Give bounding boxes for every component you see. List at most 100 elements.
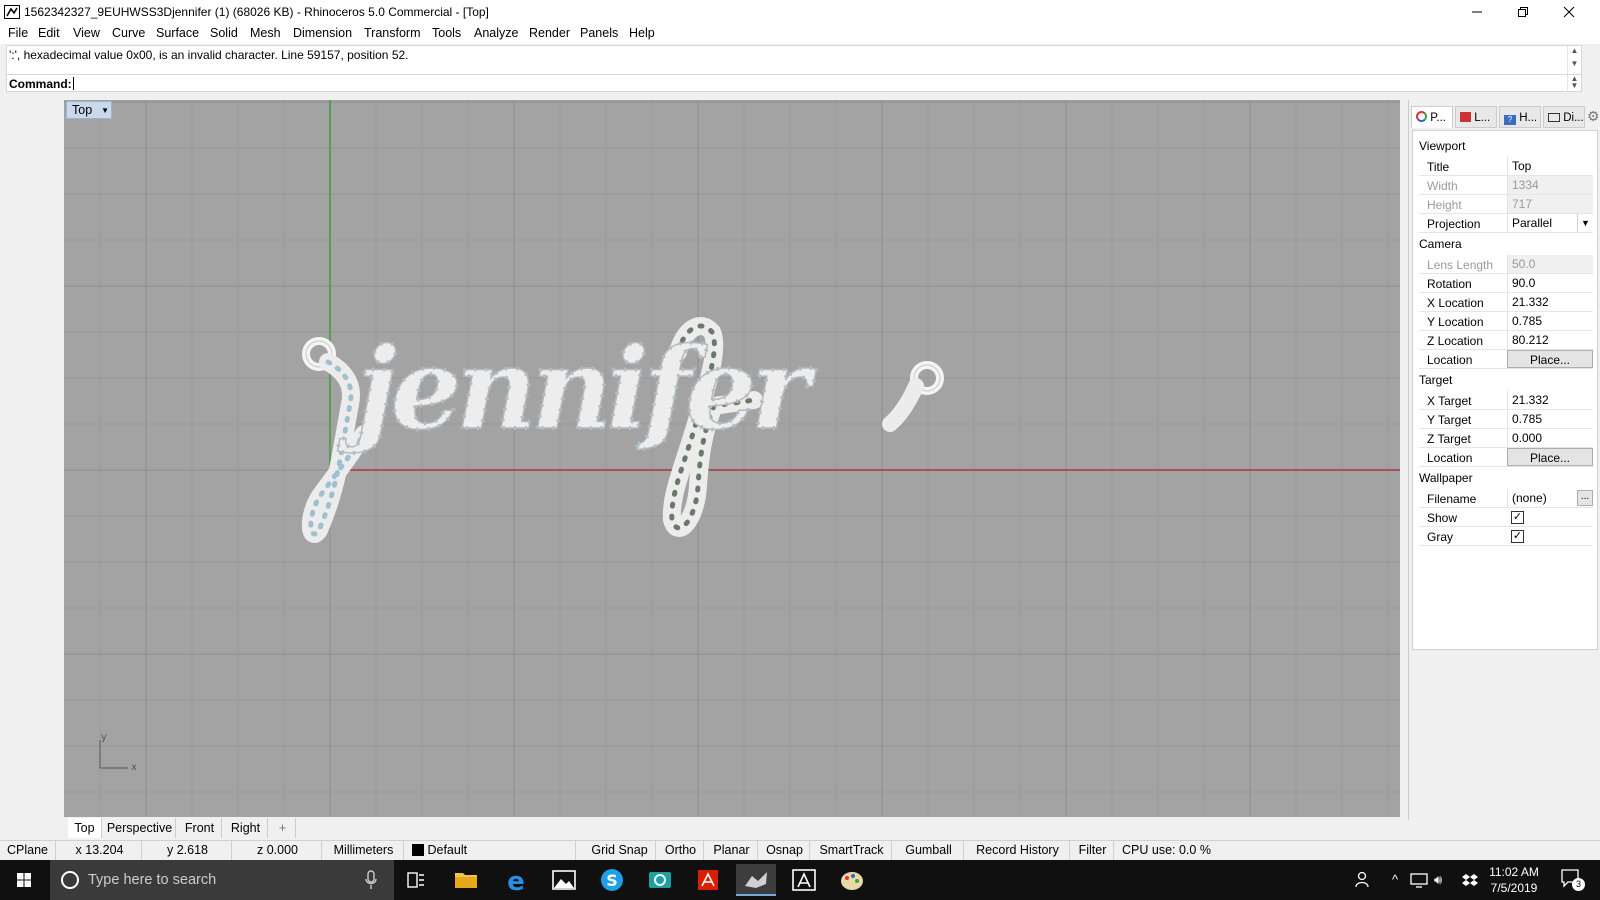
prop-ztarget-field[interactable]: 0.000 <box>1507 429 1593 447</box>
paint-button[interactable] <box>832 864 872 896</box>
planar-toggle[interactable]: Planar <box>706 841 758 861</box>
menu-dimension[interactable]: Dimension <box>293 26 352 40</box>
smarttrack-toggle[interactable]: SmartTrack <box>812 841 892 861</box>
jennifer-pendant-model[interactable]: jennifer jennifer <box>301 317 944 543</box>
clock[interactable]: 11:02 AM 7/5/2019 <box>1474 864 1554 896</box>
viewport-canvas[interactable]: jennifer jennifer y x <box>64 100 1400 817</box>
command-history[interactable]: ':', hexadecimal value 0x00, is an inval… <box>6 45 1582 75</box>
ortho-toggle[interactable]: Ortho <box>658 841 704 861</box>
status-cplane[interactable]: CPlane <box>0 841 56 861</box>
gear-icon[interactable]: ⚙ <box>1587 108 1600 125</box>
menu-surface[interactable]: Surface <box>156 26 199 40</box>
file-explorer-button[interactable] <box>446 864 486 896</box>
prop-gray-row[interactable]: Gray ✓ <box>1419 527 1593 546</box>
people-icon[interactable] <box>1354 870 1374 890</box>
show-checkbox[interactable]: ✓ <box>1511 511 1524 524</box>
photos-button[interactable] <box>544 864 584 896</box>
menu-mesh[interactable]: Mesh <box>250 26 281 40</box>
filter-toggle[interactable]: Filter <box>1072 841 1114 861</box>
prop-show-row[interactable]: Show ✓ <box>1419 508 1593 527</box>
taskbar-search-box[interactable]: Type here to search <box>50 860 394 900</box>
prop-title-field[interactable]: Top <box>1507 157 1593 175</box>
command-input[interactable] <box>73 77 74 90</box>
network-icon[interactable] <box>1410 872 1428 888</box>
menu-analyze[interactable]: Analyze <box>474 26 518 40</box>
volume-icon[interactable]: 🔊︎ <box>1434 872 1442 888</box>
prop-yloc-row[interactable]: Y Location 0.785 <box>1419 312 1593 331</box>
prop-camera-location-row[interactable]: Location Place... <box>1419 350 1593 369</box>
menu-transform[interactable]: Transform <box>364 26 421 40</box>
status-units[interactable]: Millimeters <box>324 841 404 861</box>
scroll-down-icon[interactable]: ▼ <box>1568 82 1581 90</box>
viewport-title-button[interactable]: Top ▼ <box>66 101 112 119</box>
action-center-button[interactable]: 3 <box>1560 868 1585 891</box>
prop-ztarget-row[interactable]: Z Target 0.000 <box>1419 429 1593 448</box>
tab-layers[interactable]: L... <box>1455 106 1497 128</box>
skype-button[interactable]: S <box>592 864 632 896</box>
scroll-up-icon[interactable]: ▲ <box>1568 46 1581 55</box>
prop-zloc-row[interactable]: Z Location 80.212 <box>1419 331 1593 350</box>
prop-filename-field[interactable]: (none) ... <box>1507 489 1593 507</box>
tab-right[interactable]: Right <box>224 818 268 838</box>
osnap-toggle[interactable]: Osnap <box>760 841 810 861</box>
prop-rotation-row[interactable]: Rotation 90.0 <box>1419 274 1593 293</box>
record-history-toggle[interactable]: Record History <box>966 841 1070 861</box>
rhino-app-icon[interactable] <box>4 4 20 20</box>
chevron-up-icon[interactable]: ^ <box>1392 872 1398 887</box>
target-place-button[interactable]: Place... <box>1507 448 1593 466</box>
tab-top[interactable]: Top <box>68 818 102 838</box>
prop-filename-row[interactable]: Filename (none) ... <box>1419 489 1593 508</box>
tab-front[interactable]: Front <box>178 818 222 838</box>
prop-xtarget-row[interactable]: X Target 21.332 <box>1419 391 1593 410</box>
menu-view[interactable]: View <box>73 26 100 40</box>
browse-button[interactable]: ... <box>1577 490 1593 506</box>
menu-tools[interactable]: Tools <box>432 26 461 40</box>
viewport-top[interactable]: jennifer jennifer y x Top ▼ <box>64 100 1400 817</box>
gumball-toggle[interactable]: Gumball <box>894 841 964 861</box>
tab-perspective[interactable]: Perspective <box>104 818 176 838</box>
status-layer[interactable]: Default <box>406 841 576 861</box>
grid-snap-toggle[interactable]: Grid Snap <box>584 841 656 861</box>
scroll-down-icon[interactable]: ▼ <box>1568 59 1581 68</box>
chevron-down-icon[interactable]: ▼ <box>101 103 109 119</box>
prop-xloc-row[interactable]: X Location 21.332 <box>1419 293 1593 312</box>
connect-app-button[interactable] <box>640 864 680 896</box>
minimize-button[interactable] <box>1454 0 1500 24</box>
acrobat-button[interactable] <box>688 864 728 896</box>
menu-render[interactable]: Render <box>529 26 570 40</box>
menu-solid[interactable]: Solid <box>210 26 238 40</box>
gray-checkbox[interactable]: ✓ <box>1511 530 1524 543</box>
prop-zloc-field[interactable]: 80.212 <box>1507 331 1593 349</box>
add-viewport-tab-button[interactable]: + <box>270 818 296 838</box>
prop-xtarget-field[interactable]: 21.332 <box>1507 391 1593 409</box>
start-button[interactable] <box>4 864 44 896</box>
menu-file[interactable]: File <box>8 26 28 40</box>
prop-title-row[interactable]: Title Top <box>1419 157 1593 176</box>
menu-panels[interactable]: Panels <box>580 26 618 40</box>
menu-edit[interactable]: Edit <box>38 26 60 40</box>
edge-browser-button[interactable]: e <box>496 864 536 897</box>
chevron-down-icon[interactable]: ▼ <box>1577 214 1593 232</box>
command-line-scrollbar[interactable]: ▲ ▼ <box>1567 75 1581 91</box>
prop-ytarget-row[interactable]: Y Target 0.785 <box>1419 410 1593 429</box>
tab-display[interactable]: Di... <box>1543 106 1585 128</box>
prop-ytarget-field[interactable]: 0.785 <box>1507 410 1593 428</box>
rhino-taskbar-button[interactable] <box>736 864 776 896</box>
autocad-button[interactable] <box>784 864 824 896</box>
menu-help[interactable]: Help <box>629 26 655 40</box>
command-line[interactable]: Command: ▲ ▼ <box>6 74 1582 92</box>
microphone-icon[interactable] <box>364 870 378 890</box>
prop-target-location-row[interactable]: Location Place... <box>1419 448 1593 467</box>
task-view-button[interactable] <box>396 864 436 896</box>
projection-select[interactable]: Parallel ▼ <box>1507 214 1593 232</box>
close-button[interactable] <box>1546 0 1592 24</box>
prop-xloc-field[interactable]: 21.332 <box>1507 293 1593 311</box>
camera-place-button[interactable]: Place... <box>1507 350 1593 368</box>
prop-yloc-field[interactable]: 0.785 <box>1507 312 1593 330</box>
prop-rotation-field[interactable]: 90.0 <box>1507 274 1593 292</box>
restore-button[interactable] <box>1500 0 1546 24</box>
tab-properties[interactable]: P... <box>1411 106 1453 128</box>
prop-projection-row[interactable]: Projection Parallel ▼ <box>1419 214 1593 233</box>
menu-curve[interactable]: Curve <box>112 26 145 40</box>
tab-help[interactable]: ? H... <box>1499 106 1541 128</box>
